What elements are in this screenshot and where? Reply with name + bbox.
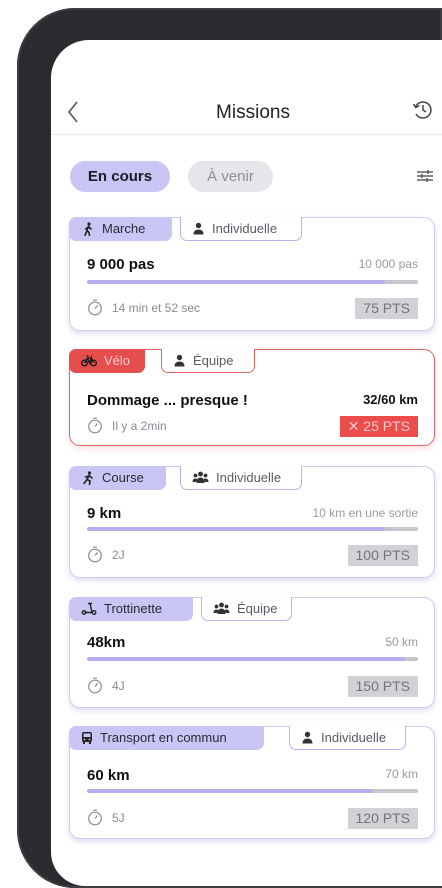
- walk-icon: [84, 221, 92, 236]
- mission-value: 60 km: [87, 767, 130, 784]
- header: Missions: [51, 40, 442, 135]
- mission-value: 9 km: [87, 505, 122, 522]
- mission-type-tag: Marche: [69, 217, 172, 241]
- progress-bar: [87, 280, 418, 284]
- mission-value: 48km: [87, 634, 126, 651]
- mission-mode-tag: Équipe: [161, 349, 255, 373]
- mission-card-trottinette[interactable]: Trottinette Équipe 48km 50 km 4J 150 PTS: [69, 597, 435, 708]
- person-icon: [302, 731, 313, 744]
- progress-bar: [87, 789, 418, 793]
- mission-mode-tag: Équipe: [201, 597, 292, 621]
- bus-icon: [82, 731, 92, 744]
- mission-card-transport[interactable]: Transport en commun Individuelle 60 km 7…: [69, 726, 435, 839]
- mission-type-label: Trottinette: [104, 600, 163, 616]
- person-icon: [193, 222, 204, 235]
- mission-type-tag: Trottinette: [69, 597, 193, 621]
- mission-mode-tag: Individuelle: [289, 726, 406, 750]
- mission-type-label: Marche: [102, 220, 146, 236]
- timer-icon: [88, 417, 102, 434]
- app-screen: Missions En cours À venir Marche Individ…: [51, 40, 442, 886]
- timer-icon: [88, 546, 102, 563]
- page-title: Missions: [216, 102, 290, 123]
- mission-type-label: Course: [102, 469, 144, 485]
- mission-mode-tag: Individuelle: [180, 217, 302, 241]
- mission-type-label: Transport en commun: [100, 729, 227, 745]
- mission-mode-label: Individuelle: [321, 729, 387, 745]
- timer-icon: [88, 299, 102, 316]
- mission-card-velo[interactable]: Vélo Équipe Dommage ... presque ! 32/60 …: [69, 349, 435, 446]
- mission-time: 14 min et 52 sec: [112, 301, 201, 315]
- points-badge: 100 PTS: [347, 545, 418, 566]
- mission-time: Il y a 2min: [112, 419, 167, 433]
- tab-en-cours[interactable]: En cours: [70, 161, 170, 192]
- bike-icon: [81, 355, 97, 367]
- person-icon: [174, 354, 185, 367]
- mission-card-marche[interactable]: Marche Individuelle 9 000 pas 10 000 pas…: [69, 217, 435, 331]
- mission-goal: 10 000 pas: [358, 257, 418, 271]
- group-icon: [192, 471, 209, 483]
- progress-bar: [87, 657, 418, 661]
- points-badge: ✕ 25 PTS: [339, 416, 418, 437]
- mission-value: Dommage ... presque !: [87, 392, 248, 409]
- points-badge: 120 PTS: [347, 808, 418, 829]
- mission-type-label: Vélo: [104, 352, 131, 368]
- filter-icon[interactable]: [415, 168, 435, 184]
- mission-mode-label: Individuelle: [212, 220, 278, 236]
- mission-mode-tag: Individuelle: [180, 466, 302, 490]
- run-icon: [83, 470, 93, 485]
- mission-time: 2J: [112, 548, 125, 562]
- mission-goal: 70 km: [385, 767, 418, 781]
- mission-type-tag: Vélo: [69, 349, 145, 373]
- mission-type-tag: Course: [69, 466, 166, 490]
- tab-a-venir[interactable]: À venir: [188, 161, 273, 192]
- mission-card-course[interactable]: Course Individuelle 9 km 10 km en une so…: [69, 466, 435, 578]
- mission-time: 5J: [112, 811, 125, 825]
- mission-time: 4J: [112, 679, 125, 693]
- timer-icon: [88, 677, 102, 694]
- group-icon: [213, 602, 230, 614]
- mission-goal: 10 km en une sortie: [312, 506, 418, 520]
- scooter-icon: [81, 602, 97, 615]
- mission-mode-label: Individuelle: [216, 469, 282, 485]
- points-badge: 150 PTS: [347, 676, 418, 697]
- points-badge: 75 PTS: [355, 298, 418, 319]
- mission-type-tag: Transport en commun: [69, 726, 264, 750]
- mission-score: 32/60 km: [363, 392, 418, 407]
- mission-goal: 50 km: [385, 635, 418, 649]
- progress-bar: [87, 527, 418, 531]
- mission-mode-label: Équipe: [193, 352, 234, 368]
- mission-mode-label: Équipe: [237, 600, 278, 616]
- timer-icon: [88, 809, 102, 826]
- phone-frame: Missions En cours À venir Marche Individ…: [17, 8, 442, 888]
- history-icon[interactable]: [411, 98, 435, 122]
- mission-value: 9 000 pas: [87, 256, 155, 273]
